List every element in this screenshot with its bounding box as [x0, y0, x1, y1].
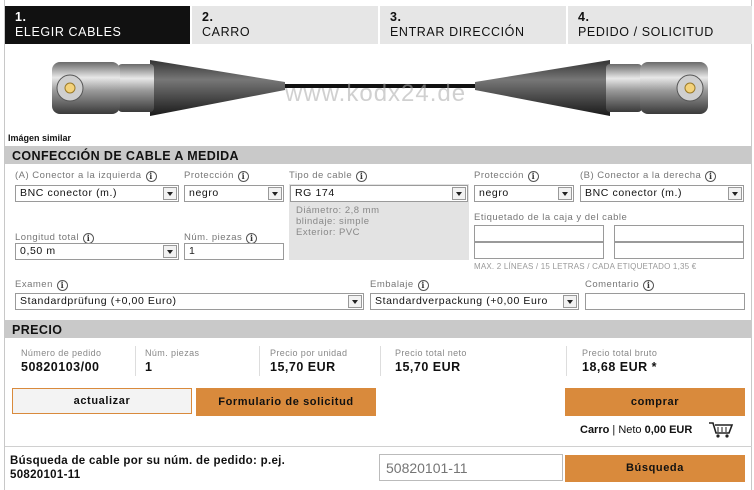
exam-select[interactable]: Standardprüfung (+0,00 Euro)	[15, 293, 364, 310]
net-total-label: Precio total neto	[395, 348, 467, 358]
step-number: 3.	[390, 10, 402, 24]
chevron-down-icon	[268, 187, 282, 200]
section-price-header: PRECIO	[5, 320, 752, 338]
info-icon[interactable]: i	[705, 171, 717, 182]
left-connector-select[interactable]: BNC conector (m.)	[15, 185, 179, 202]
protection-right-label: Protección i	[474, 170, 539, 182]
info-icon[interactable]: i	[417, 280, 429, 291]
step-number: 2.	[202, 10, 214, 24]
cable-type-label: Tipo de cable i	[289, 170, 368, 182]
cable-type-select[interactable]: RG 174	[290, 185, 468, 202]
cart-summary[interactable]: Carro | Neto 0,00 EUR	[580, 424, 692, 436]
cart-label: Carro	[580, 424, 610, 436]
labeling-box-right-1[interactable]	[614, 225, 744, 242]
step-entrar-direccion[interactable]: 3. ENTRAR DIRECCIÓN	[380, 6, 567, 44]
cart-amount: 0,00 EUR	[644, 424, 693, 436]
info-icon[interactable]: i	[527, 171, 539, 182]
divider	[259, 346, 260, 376]
protection-left-select[interactable]: negro	[184, 185, 284, 202]
comment-input[interactable]	[585, 293, 745, 310]
order-search-input[interactable]	[379, 454, 563, 481]
divider	[380, 346, 381, 376]
order-number-label: Número de pedido	[21, 348, 102, 358]
labeling-box-left-2[interactable]	[474, 242, 604, 259]
packaging-label: Embalaje i	[370, 279, 429, 291]
labeling-box-right-2[interactable]	[614, 242, 744, 259]
step-label: ENTRAR DIRECCIÓN	[390, 25, 525, 39]
price-pieces-label: Núm. piezas	[145, 348, 200, 358]
chevron-down-icon	[163, 245, 177, 258]
right-connector-label: (B) Conector a la derecha i	[580, 170, 717, 182]
divider	[5, 446, 752, 447]
image-caption: Imágen similar	[8, 133, 72, 143]
labeling-note: MAX. 2 LÍNEAS / 15 LETRAS / CADA ETIQUET…	[474, 262, 697, 271]
info-icon[interactable]: i	[643, 280, 655, 291]
net-total-value: 15,70 EUR	[395, 360, 461, 374]
chevron-down-icon	[728, 187, 742, 200]
labeling-label: Etiquetado de la caja y del cable	[474, 212, 628, 223]
labeling-box-left-1[interactable]	[474, 225, 604, 242]
step-elegir-cables[interactable]: 1. ELEGIR CABLES	[5, 6, 191, 44]
chevron-down-icon	[452, 187, 466, 200]
step-number: 1.	[15, 10, 27, 24]
step-number: 4.	[578, 10, 590, 24]
protection-right-select[interactable]: negro	[474, 185, 574, 202]
cable-specs: Diámetro: 2,8 mm blindaje: simple Exteri…	[296, 205, 380, 238]
order-number-value: 50820103/00	[21, 360, 100, 374]
section-config-header: CONFECCIÓN DE CABLE A MEDIDA	[5, 146, 752, 164]
info-icon[interactable]: i	[56, 280, 68, 291]
chevron-down-icon	[558, 187, 572, 200]
length-select[interactable]: 0,50 m	[15, 243, 179, 260]
price-pieces-value: 1	[145, 360, 153, 374]
chevron-down-icon	[563, 295, 577, 308]
search-prompt-line1: Búsqueda de cable por su núm. de pedido:…	[10, 455, 286, 467]
chevron-down-icon	[348, 295, 362, 308]
buy-button[interactable]: comprar	[565, 388, 745, 416]
comment-label: Comentario i	[585, 279, 655, 291]
step-label: ELEGIR CABLES	[15, 25, 122, 39]
cable-spec-diameter: Diámetro: 2,8 mm	[296, 205, 380, 216]
divider	[566, 346, 567, 376]
request-form-button[interactable]: Formulario de solicitud	[196, 388, 376, 416]
gross-total-value: 18,68 EUR *	[582, 360, 657, 374]
step-label: PEDIDO / SOLICITUD	[578, 25, 714, 39]
update-button[interactable]: actualizar	[12, 388, 192, 414]
gross-total-label: Precio total bruto	[582, 348, 658, 358]
pieces-input[interactable]: 1	[184, 243, 284, 260]
search-prompt-line2: 50820101-11	[10, 469, 81, 481]
step-pedido-solicitud[interactable]: 4. PEDIDO / SOLICITUD	[568, 6, 752, 44]
left-connector-graphic	[52, 60, 285, 116]
left-connector-label: (A) Conector a la izquierda i	[15, 170, 157, 182]
exam-label: Examen i	[15, 279, 68, 291]
info-icon[interactable]: i	[237, 171, 249, 182]
protection-left-label: Protección i	[184, 170, 249, 182]
info-icon[interactable]: i	[356, 171, 368, 182]
unit-price-label: Precio por unidad	[270, 348, 348, 358]
unit-price-value: 15,70 EUR	[270, 360, 336, 374]
watermark: www.kodx24.de	[285, 80, 467, 107]
info-icon[interactable]: i	[145, 171, 157, 182]
step-label: CARRO	[202, 25, 251, 39]
cable-spec-shield: blindaje: simple	[296, 216, 370, 227]
cart-separator: | Neto	[609, 424, 645, 436]
search-prompt: Búsqueda de cable por su núm. de pedido:…	[10, 454, 285, 482]
search-button[interactable]: Búsqueda	[565, 455, 745, 482]
step-carro[interactable]: 2. CARRO	[192, 6, 379, 44]
right-connector-graphic	[475, 60, 708, 116]
cart-icon[interactable]	[708, 421, 734, 439]
divider	[135, 346, 136, 376]
cable-spec-exterior: Exterior: PVC	[296, 227, 361, 238]
chevron-down-icon	[163, 187, 177, 200]
packaging-select[interactable]: Standardverpackung (+0,00 Euro	[370, 293, 579, 310]
right-connector-select[interactable]: BNC conector (m.)	[580, 185, 744, 202]
